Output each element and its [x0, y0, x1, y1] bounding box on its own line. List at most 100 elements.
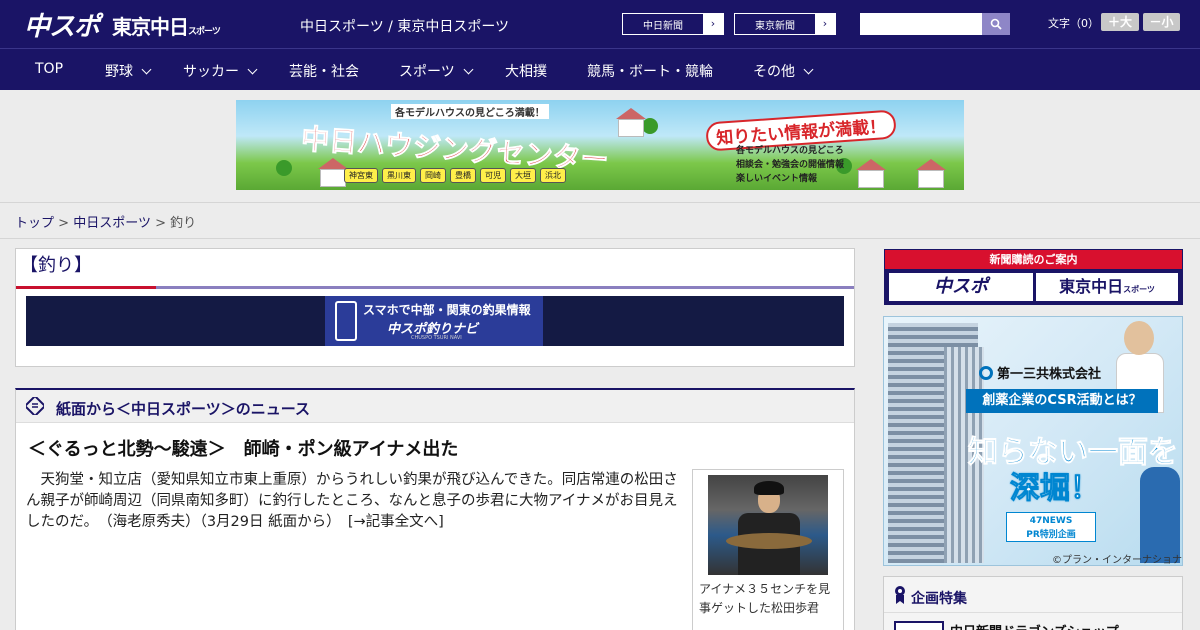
housing-center-ad[interactable]: 各モデルハウスの見どころ満載！ 中日ハウジングセンター 知りたい情報が満載！ 各… — [236, 100, 964, 190]
ad-house — [918, 170, 944, 188]
ad-city: 豊橋 — [450, 168, 476, 183]
article-body: 天狗堂・知立店（愛知県知立市東上重原）からうれしい釣果が飛び込んできた。同店常連… — [26, 470, 686, 533]
csr-badge-line1: 47NEWS — [1029, 516, 1073, 526]
nav-item-label: 野球 — [105, 64, 133, 80]
chevron-down-icon — [247, 64, 258, 74]
breadcrumb-home[interactable]: トップ — [15, 216, 54, 231]
font-larger-button[interactable]: ＋大 — [1101, 13, 1139, 31]
article-photo — [708, 475, 828, 575]
feature-item-link[interactable]: 中日新聞ドラゴンズショップ — [950, 621, 1119, 630]
breadcrumb-trail: トップ > 中日スポーツ > 釣り — [15, 212, 196, 231]
breadcrumb-parent[interactable]: 中日スポーツ — [73, 216, 151, 231]
nav-item-label: 大相撲 — [505, 64, 547, 80]
title-underline-red — [16, 286, 156, 289]
site-title: 中日スポーツ / 東京中日スポーツ — [300, 19, 510, 35]
tokyo-chunichi-logo[interactable]: 東京中日スポーツ — [112, 11, 221, 40]
tokyo-chunichi-logo-small: スポーツ — [188, 27, 221, 37]
nav-item-sumo[interactable]: 大相撲 — [505, 61, 547, 81]
feature-box: 企画特集 中日新聞ドラゴンズショップ — [883, 576, 1183, 630]
chevron-down-icon — [803, 64, 814, 74]
section-header-box: 【釣り】 スマホで中部・関東の釣果情報 中スポ釣りナビ CHUSPO TSURI… — [15, 248, 855, 367]
news-heading: 紙面から＜中日スポーツ＞のニュース — [56, 400, 310, 418]
search-input[interactable] — [860, 13, 984, 35]
subscribe-logo2-small: スポーツ — [1123, 285, 1155, 294]
nav-item-label: その他 — [753, 64, 795, 80]
read-more-link[interactable]: [→記事全文へ] — [348, 514, 444, 530]
tsuri-navi-banner[interactable]: スマホで中部・関東の釣果情報 中スポ釣りナビ CHUSPO TSURI NAVI — [26, 296, 844, 346]
ad-city-list: 神宮東 黒川東 岡崎 豊橋 可児 大垣 浜北 — [344, 168, 566, 183]
csr-subtitle: 創薬企業のCSR活動とは？ — [966, 389, 1158, 413]
ad-tree — [642, 118, 658, 134]
article-title[interactable]: ＜ぐるっと北勢～駿遠＞ 師崎・ポン級アイナメ出た — [28, 435, 458, 461]
nav-item-label: 芸能・社会 — [289, 64, 359, 80]
nav-item-sports[interactable]: スポーツ — [399, 61, 474, 81]
news-box: 紙面から＜中日スポーツ＞のニュース ＜ぐるっと北勢～駿遠＞ 師崎・ポン級アイナメ… — [15, 388, 855, 630]
chunichi-shimbun-label: 中日新聞 — [643, 21, 683, 32]
tsuri-navi-inner: スマホで中部・関東の釣果情報 中スポ釣りナビ CHUSPO TSURI NAVI — [325, 296, 543, 346]
ad-info-item: 相談会・勉強会の開催情報 — [736, 160, 845, 170]
photo-person-hat — [754, 481, 784, 495]
ad-city: 大垣 — [510, 168, 536, 183]
title-underline-blue — [156, 286, 854, 289]
nav-item-label: スポーツ — [399, 64, 455, 80]
ad-info-list: 各モデルハウスの見どころ 相談会・勉強会の開催情報 楽しいイベント情報 — [736, 144, 844, 186]
ad-house-roof — [916, 159, 946, 170]
csr-company-name: 第一三共株式会社 — [997, 367, 1102, 382]
ad-info-item: 各モデルハウスの見どころ — [736, 146, 844, 156]
breadcrumb-current: 釣り — [170, 216, 197, 231]
ad-tagline: 各モデルハウスの見どころ満載！ — [391, 104, 549, 119]
nav-item-label: 競馬・ボート・競輪 — [587, 64, 713, 80]
nav-item-soccer[interactable]: サッカー — [183, 61, 258, 81]
chevron-right-icon: › — [703, 14, 723, 34]
news-heading-bar: 紙面から＜中日スポーツ＞のニュース — [16, 390, 854, 423]
csr-badge: 47NEWS PR特別企画 — [1006, 512, 1096, 542]
ad-city: 黒川東 — [382, 168, 416, 183]
chevron-right-icon: › — [815, 14, 835, 34]
ad-city: 浜北 — [540, 168, 566, 183]
feature-heading: 企画特集 — [911, 591, 967, 607]
ad-house-roof — [616, 108, 646, 119]
site-header: 中スポ 東京中日スポーツ 中日スポーツ / 東京中日スポーツ 中日新聞 › 東京… — [0, 0, 1200, 48]
ad-house — [858, 170, 884, 188]
nav-item-others[interactable]: その他 — [753, 61, 814, 81]
ad-house — [618, 119, 644, 137]
ad-child — [1140, 467, 1180, 563]
subscription-heading: 新聞購読のご案内 — [885, 250, 1182, 269]
photo-fish — [726, 533, 812, 549]
nav-item-top[interactable]: TOP — [35, 61, 63, 77]
article-photo-box[interactable]: アイナメ３５センチを見事ゲットした松田歩君 — [692, 469, 844, 630]
subscribe-logo2-text: 東京中日 — [1059, 277, 1124, 296]
feature-heading-bar: 企画特集 — [884, 577, 1182, 613]
ad-city: 神宮東 — [344, 168, 378, 183]
font-smaller-button[interactable]: －小 — [1143, 13, 1180, 31]
chuspo-logo[interactable]: 中スポ — [24, 6, 100, 43]
ad-house-roof — [856, 159, 886, 170]
nav-item-racing[interactable]: 競馬・ボート・競輪 — [587, 61, 713, 81]
photo-caption: アイナメ３５センチを見事ゲットした松田歩君 — [699, 582, 831, 615]
csr-main-line2: 深堀！ — [1010, 471, 1101, 507]
csr-ad[interactable]: 第一三共株式会社 創薬企業のCSR活動とは？ 知らない一面を 深堀！ 47NEW… — [883, 316, 1183, 566]
feature-thumbnail[interactable] — [894, 621, 944, 630]
nav-item-label: サッカー — [183, 64, 239, 80]
ad-city: 岡崎 — [420, 168, 446, 183]
nav-item-label: TOP — [35, 61, 64, 77]
navi-line3: CHUSPO TSURI NAVI — [411, 335, 462, 341]
search-button[interactable] — [982, 13, 1010, 35]
tokyo-shimbun-label: 東京新聞 — [755, 21, 795, 32]
ad-info-item: 楽しいイベント情報 — [736, 174, 818, 184]
font-size-label: 文字（0） — [1048, 17, 1099, 30]
breadcrumb-separator: > — [155, 216, 166, 231]
tokyo-shimbun-link[interactable]: 東京新聞 › — [734, 13, 836, 35]
csr-company: 第一三共株式会社 — [979, 363, 1101, 382]
breadcrumb-separator: > — [58, 216, 70, 231]
navi-line1: スマホで中部・関東の釣果情報 — [363, 303, 531, 317]
subscribe-chuspo-button[interactable]: 中スポ — [889, 273, 1033, 301]
ad-tree — [276, 160, 292, 176]
csr-badge-line2: PR特別企画 — [1026, 530, 1076, 540]
chunichi-shimbun-link[interactable]: 中日新聞 › — [622, 13, 724, 35]
nav-item-baseball[interactable]: 野球 — [105, 61, 152, 81]
subscribe-tokyo-chunichi-button[interactable]: 東京中日スポーツ — [1036, 273, 1178, 301]
ad-person-face — [1124, 321, 1154, 355]
nav-item-entertainment[interactable]: 芸能・社会 — [289, 61, 359, 81]
chevron-down-icon — [463, 64, 474, 74]
